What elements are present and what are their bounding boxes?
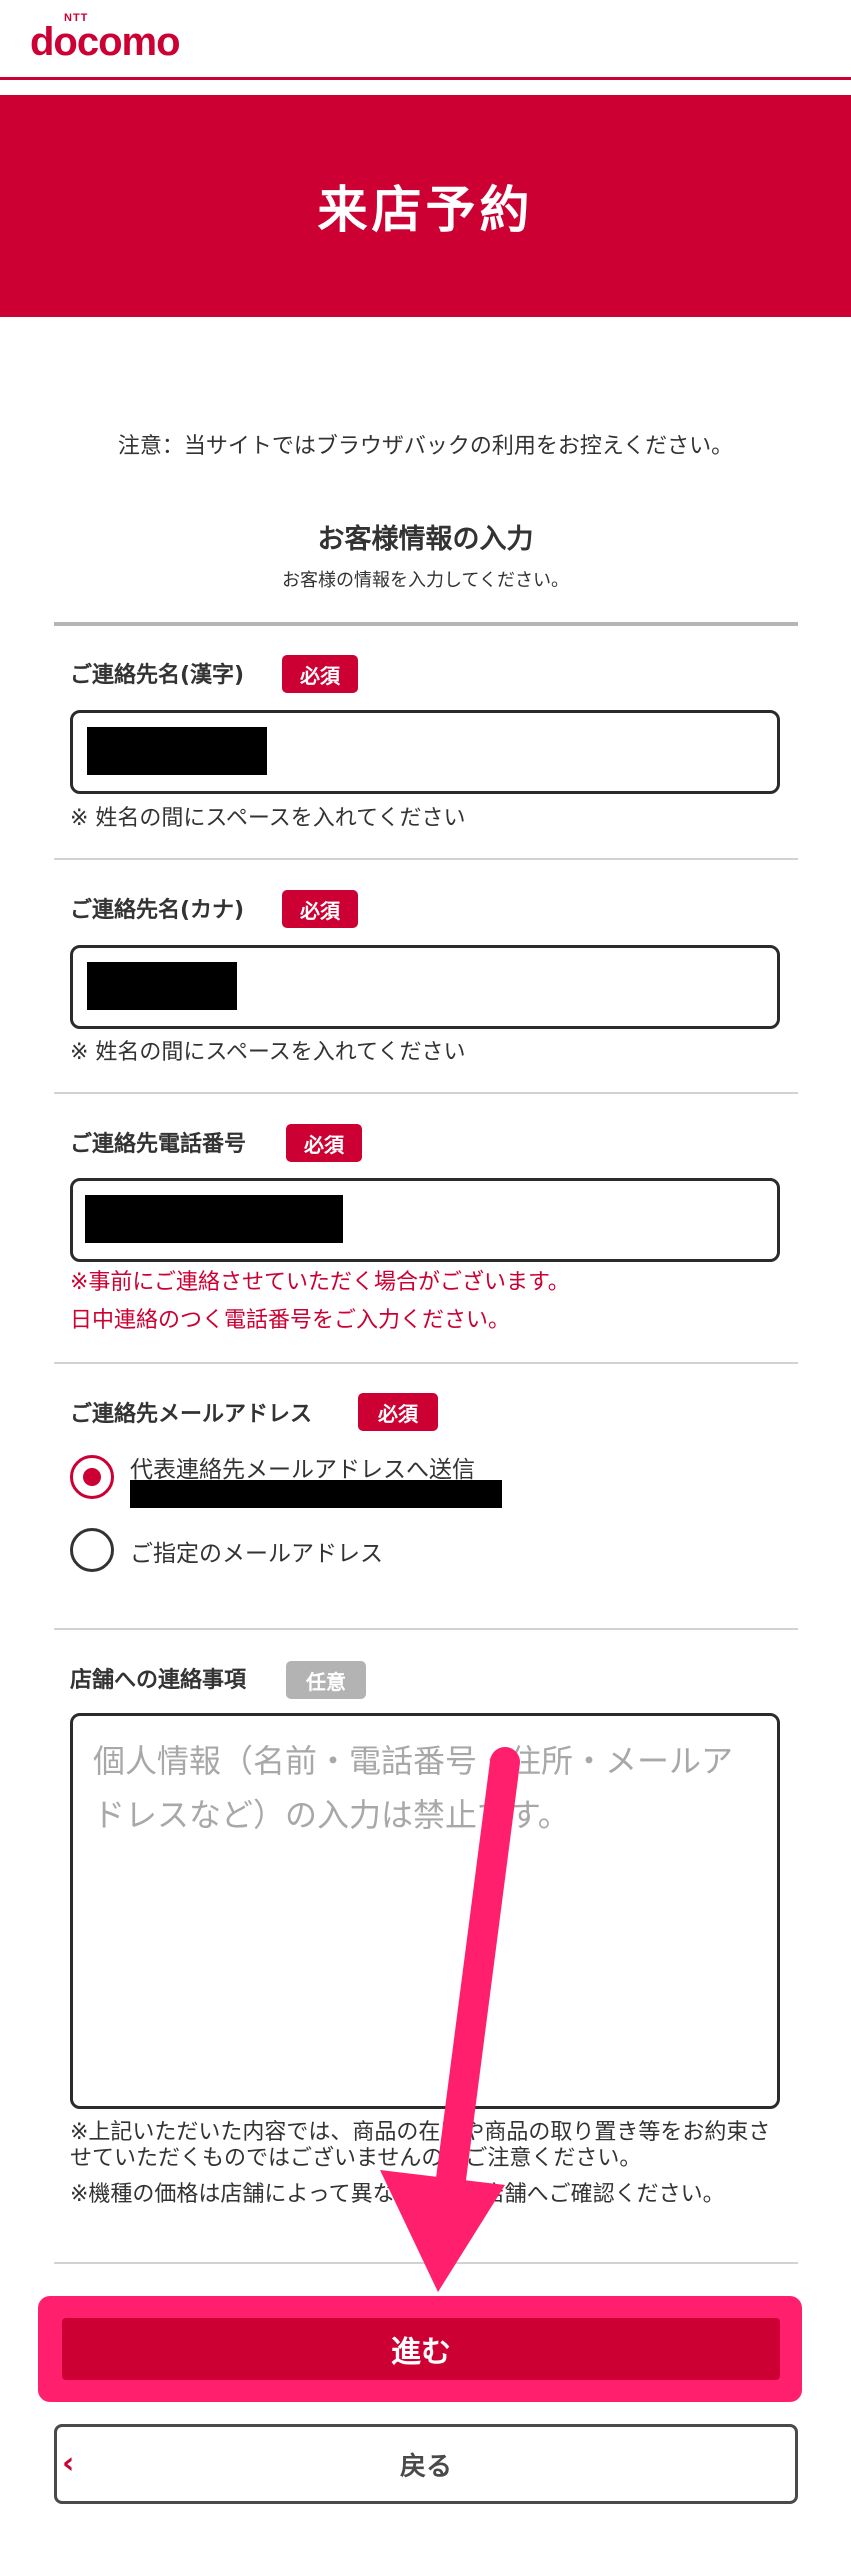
page-banner: 来店予約 — [0, 95, 851, 317]
phone-warning-line2: 日中連絡のつく電話番号をご入力ください。 — [70, 1308, 511, 1333]
name-kana-hint: ※ 姓名の間にスペースを入れてください — [70, 1040, 466, 1065]
submit-button[interactable]: 進む — [62, 2318, 780, 2380]
section-subtitle: お客様の情報を入力してください。 — [282, 570, 569, 591]
radio-specified-email[interactable] — [70, 1528, 114, 1572]
email-label: ご連絡先メールアドレス — [70, 1402, 313, 1427]
store-message-textarea[interactable]: 個人情報（名前・電話番号・住所・メールアドレスなど）の入力は禁止です。 — [70, 1713, 780, 2109]
redacted-email — [130, 1480, 502, 1508]
store-message-placeholder: 個人情報（名前・電話番号・住所・メールアドレスなど）の入力は禁止です。 — [93, 1742, 734, 1834]
phone-warning-line1: ※事前にご連絡させていただく場合がございます。 — [70, 1270, 570, 1295]
back-button[interactable]: 戻る — [54, 2424, 798, 2504]
redacted-value — [85, 1195, 343, 1243]
stock-disclaimer-note: ※上記いただいた内容では、商品の在庫や商品の取り置き等をお約束させていただくもの… — [70, 2120, 771, 2171]
page-title: 来店予約 — [317, 181, 534, 239]
required-badge: 必須 — [282, 655, 358, 693]
redacted-value — [87, 727, 267, 775]
name-kanji-label: ご連絡先名(漢字) — [70, 663, 245, 688]
section-divider — [54, 622, 798, 626]
redacted-value — [87, 962, 237, 1010]
browser-back-notice: 注意：当サイトではブラウザバックの利用をお控えください。 — [117, 434, 734, 459]
radio-representative-email-label[interactable]: 代表連絡先メールアドレスへ送信 — [130, 1450, 475, 1484]
optional-badge: 任意 — [286, 1661, 366, 1699]
field-divider — [54, 858, 798, 860]
logo-ntt-text: NTT — [64, 12, 89, 24]
price-disclaimer-note: ※機種の価格は店舗によって異なるため、店舗へご確認ください。 — [70, 2182, 725, 2207]
required-badge: 必須 — [282, 890, 358, 928]
store-message-label: 店舗への連絡事項 — [70, 1668, 247, 1693]
phone-label: ご連絡先電話番号 — [70, 1132, 247, 1157]
name-kana-label: ご連絡先名(カナ) — [70, 898, 245, 923]
name-kana-input[interactable] — [70, 945, 780, 1029]
radio-representative-email[interactable] — [70, 1455, 114, 1499]
radio-specified-email-label[interactable]: ご指定のメールアドレス — [130, 1534, 383, 1568]
logo-wordmark: docomo — [30, 20, 181, 64]
docomo-logo[interactable]: NTT docomo — [30, 12, 181, 64]
site-header: NTT docomo — [0, 0, 851, 80]
radio-selected-dot — [83, 1468, 101, 1486]
field-divider — [54, 1362, 798, 1364]
section-title: お客様情報の入力 — [317, 524, 534, 555]
field-divider — [54, 1092, 798, 1094]
field-divider — [54, 2262, 798, 2264]
chevron-left-icon: ‹ — [62, 2446, 75, 2481]
field-divider — [54, 1628, 798, 1630]
phone-input[interactable] — [70, 1178, 780, 1262]
name-kanji-hint: ※ 姓名の間にスペースを入れてください — [70, 806, 466, 831]
required-badge: 必須 — [358, 1393, 438, 1431]
name-kanji-input[interactable] — [70, 710, 780, 794]
required-badge: 必須 — [286, 1124, 362, 1162]
